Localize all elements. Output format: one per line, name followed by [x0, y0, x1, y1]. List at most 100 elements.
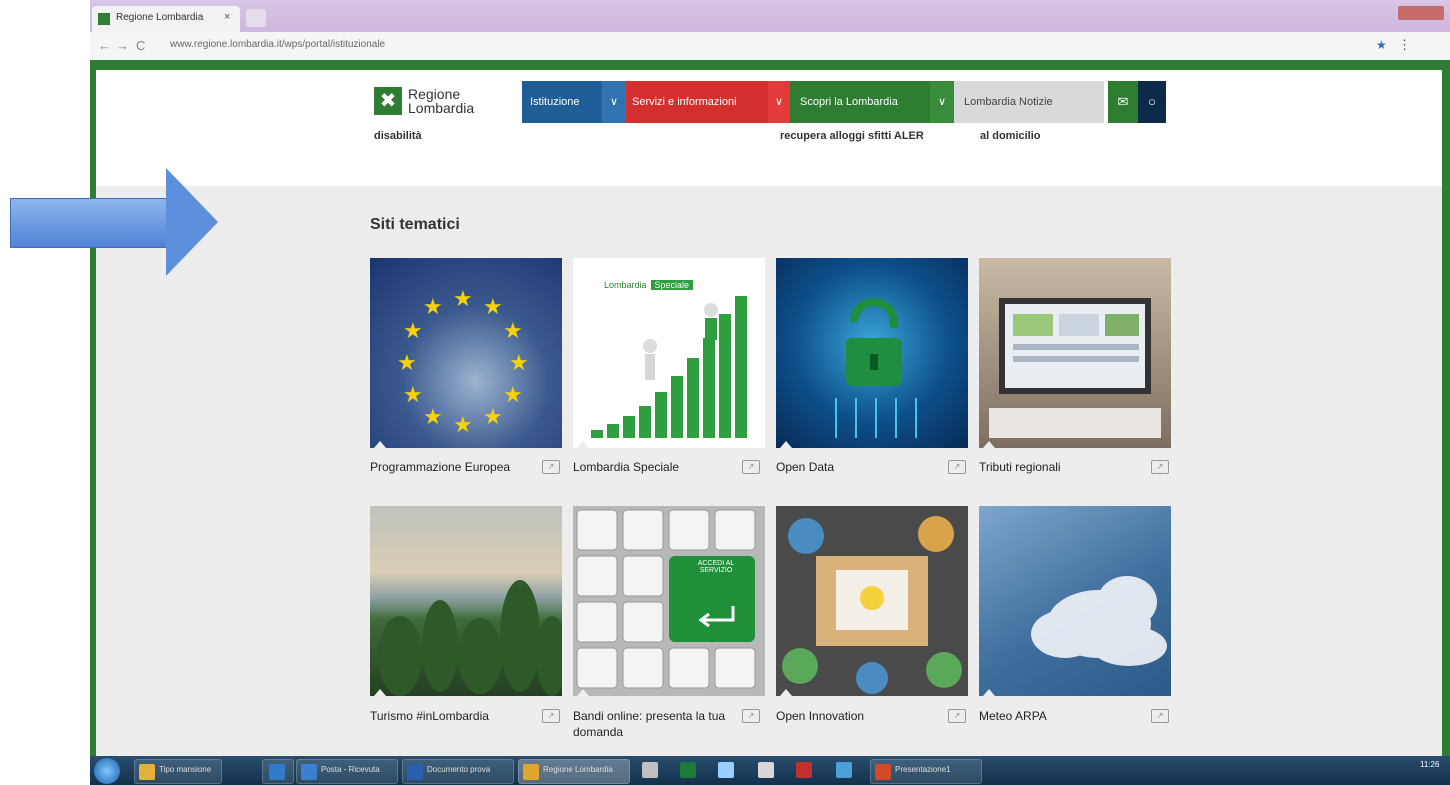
- lombardia-speciale-badge: Lombardia Speciale: [600, 278, 694, 292]
- page-frame: ✖ Regione Lombardia Istituzione ∨ Serviz…: [90, 60, 1450, 756]
- teamwork-illustration: [782, 516, 962, 694]
- nav-scopri[interactable]: Scopri la Lombardia: [790, 81, 930, 123]
- taskbar: Tipo mansione Posta - Ricevuta Documento…: [90, 756, 1450, 785]
- svg-text:★: ★: [423, 294, 443, 319]
- tile-label[interactable]: Turismo #inLombardia: [370, 708, 530, 724]
- mail-app-icon: [301, 764, 317, 780]
- nav-servizi[interactable]: Servizi e informazioni: [626, 81, 768, 123]
- tile-label[interactable]: Tributi regionali: [979, 459, 1139, 475]
- tile-label[interactable]: Meteo ARPA: [979, 708, 1139, 724]
- search-icon[interactable]: ○: [1138, 81, 1166, 123]
- svg-text:★: ★: [453, 412, 473, 437]
- chevron-down-icon[interactable]: ∨: [930, 81, 954, 123]
- external-link-icon[interactable]: ↗: [742, 460, 760, 474]
- svg-text:★: ★: [423, 404, 443, 429]
- reload-icon[interactable]: C: [136, 38, 145, 53]
- landscape-trees: [378, 580, 562, 696]
- logo-icon[interactable]: ✖: [374, 87, 402, 115]
- window-controls[interactable]: [1398, 6, 1444, 20]
- nav-istituzione[interactable]: Istituzione: [522, 81, 602, 123]
- eu-stars-icon: ★ ★ ★★ ★★ ★★ ★★ ★★: [397, 286, 529, 437]
- cut-item[interactable]: al domicilio: [980, 130, 1041, 142]
- tile-image-turismo[interactable]: [370, 506, 562, 696]
- tile-image-open-innovation[interactable]: [776, 506, 968, 696]
- address-bar: ← → C www.regione.lombardia.it/wps/porta…: [90, 32, 1450, 61]
- app-icon[interactable]: [836, 762, 852, 778]
- monitor-illustration: [989, 298, 1161, 438]
- bookmark-star-icon[interactable]: ★: [1376, 38, 1387, 52]
- acrobat-icon[interactable]: [796, 762, 812, 778]
- external-link-icon[interactable]: ↗: [542, 460, 560, 474]
- tile-notch: [983, 441, 995, 448]
- taskbar-item[interactable]: [262, 759, 294, 784]
- tile-notch: [374, 689, 386, 696]
- external-link-icon[interactable]: ↗: [1151, 460, 1169, 474]
- close-tab-icon[interactable]: ×: [224, 11, 230, 23]
- svg-text:★: ★: [453, 286, 473, 311]
- tile-label[interactable]: Bandi online: presenta la tua domanda: [573, 708, 733, 740]
- tile-image-programmazione-europea[interactable]: ★ ★ ★ ★ ★ ★ ★ ★ ★ ★ ★ ★: [370, 258, 562, 448]
- tile-image-meteo-arpa[interactable]: [979, 506, 1171, 696]
- svg-text:★: ★: [509, 350, 529, 375]
- taskbar-item-active[interactable]: Regione Lombardia: [518, 759, 630, 784]
- new-tab-button[interactable]: [246, 9, 266, 27]
- key-text: ACCEDI AL SERVIZIO: [697, 560, 735, 574]
- powerpoint-icon: [875, 764, 891, 780]
- url-field[interactable]: www.regione.lombardia.it/wps/portal/isti…: [164, 37, 1354, 55]
- mail-icon[interactable]: ✉: [1108, 81, 1138, 123]
- tile-label[interactable]: Programmazione Europea: [370, 459, 530, 475]
- tile-notch: [577, 689, 589, 696]
- browser-tab-strip: [90, 0, 1450, 32]
- external-link-icon[interactable]: ↗: [948, 709, 966, 723]
- tile-image-tributi-regionali[interactable]: [979, 258, 1171, 448]
- cloud-icon: [1031, 576, 1167, 666]
- cut-item[interactable]: disabilità: [374, 130, 422, 142]
- clock[interactable]: 11:26: [1420, 760, 1439, 769]
- system-tray[interactable]: [1156, 759, 1446, 782]
- url-text: www.regione.lombardia.it/wps/portal/isti…: [170, 39, 386, 50]
- excel-icon[interactable]: [680, 762, 696, 778]
- padlock-icon: [835, 298, 917, 438]
- external-link-icon[interactable]: ↗: [742, 709, 760, 723]
- ie-icon: [269, 764, 285, 780]
- taskbar-item[interactable]: Documento prova: [402, 759, 514, 784]
- tile-notch: [577, 441, 589, 448]
- start-button[interactable]: [94, 758, 120, 784]
- browser-menu-icon[interactable]: ⋮: [1398, 37, 1411, 53]
- tile-label[interactable]: Open Innovation: [776, 708, 936, 724]
- svg-text:★: ★: [483, 294, 503, 319]
- annotation-arrow-body: [10, 198, 169, 248]
- svg-text:★: ★: [403, 318, 423, 343]
- tile-label[interactable]: Lombardia Speciale: [573, 459, 733, 475]
- forward-icon[interactable]: →: [116, 38, 129, 53]
- external-link-icon[interactable]: ↗: [948, 460, 966, 474]
- cut-item[interactable]: recupera alloggi sfitti ALER: [780, 130, 924, 142]
- badge-left: Lombardia: [600, 280, 651, 290]
- folder-icon: [139, 764, 155, 780]
- external-link-icon[interactable]: ↗: [1151, 709, 1169, 723]
- calculator-icon[interactable]: [642, 762, 658, 778]
- tile-label[interactable]: Open Data: [776, 459, 936, 475]
- svg-text:★: ★: [503, 318, 523, 343]
- svg-text:★: ★: [403, 382, 423, 407]
- tile-image-open-data[interactable]: [776, 258, 968, 448]
- external-link-icon[interactable]: ↗: [542, 709, 560, 723]
- chevron-down-icon[interactable]: ∨: [602, 81, 626, 123]
- taskbar-item[interactable]: Posta - Ricevuta: [296, 759, 398, 784]
- chevron-down-icon[interactable]: ∨: [768, 81, 790, 123]
- browser-tab[interactable]: Regione Lombardia ×: [92, 6, 240, 32]
- chrome-icon: [523, 764, 539, 780]
- keyboard-illustration: [576, 509, 756, 689]
- nav-notizie[interactable]: Lombardia Notizie: [954, 81, 1104, 123]
- app-icon[interactable]: [758, 762, 774, 778]
- tile-notch: [983, 689, 995, 696]
- favicon-icon: [98, 13, 110, 25]
- taskbar-item[interactable]: Presentazione1: [870, 759, 982, 784]
- tile-image-bandi-online[interactable]: [573, 506, 765, 696]
- section-title: Siti tematici: [370, 216, 460, 233]
- notepad-icon[interactable]: [718, 762, 734, 778]
- tile-notch: [780, 689, 792, 696]
- back-icon[interactable]: ←: [98, 38, 111, 53]
- taskbar-item[interactable]: Tipo mansione: [134, 759, 222, 784]
- logo-text-line2[interactable]: Lombardia: [408, 100, 474, 116]
